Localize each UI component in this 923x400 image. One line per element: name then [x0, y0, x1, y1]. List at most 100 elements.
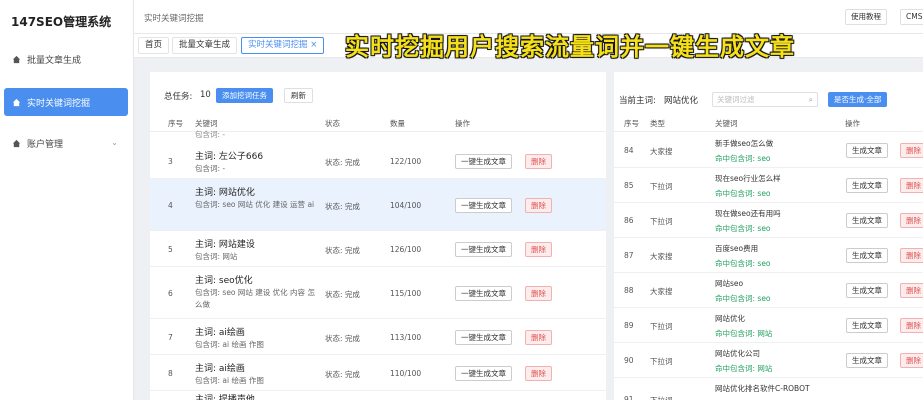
delete-button[interactable]: 删除 [900, 248, 923, 263]
table-row: 4 主词: 网站优化 包含词: seo 网站 优化 建设 运营 ai 状态: 完… [150, 179, 606, 231]
row-index: 88 [624, 286, 634, 295]
row-index: 8 [168, 369, 173, 378]
row-keyword: 现在seo行业怎么样 [715, 174, 781, 183]
generate-article-button[interactable]: 生成文章 [846, 178, 888, 193]
generate-article-button[interactable]: 一键生成文章 [455, 366, 512, 381]
row-include-words: 包含词: 网站 [195, 252, 238, 261]
delete-button[interactable]: 删除 [525, 198, 552, 213]
row-status: 状态: 完成 [325, 158, 360, 167]
row-type: 大家搜 [650, 252, 673, 261]
table-row: 主词: 提播声他 [150, 391, 606, 400]
breadcrumb: 实时关键词挖掘 [144, 14, 204, 24]
row-status: 状态: 完成 [325, 202, 360, 211]
row-count: 113/100 [390, 333, 422, 342]
table-row: 84 大家搜 新手做seo怎么做 命中包含词: seo 生成文章 删除 [614, 133, 923, 168]
sidebar-item-keyword-mining[interactable]: 实时关键词挖掘 [4, 88, 128, 116]
row-hit: 命中包含词: 网站 [715, 364, 773, 373]
generate-article-button[interactable]: 生成文章 [846, 213, 888, 228]
row-hit: 命中包含词: seo [715, 154, 771, 163]
row-keyword: 网站seo [715, 279, 744, 288]
sidebar-item-batch-article[interactable]: 批量文章生成 [4, 45, 128, 73]
row-main-keyword: 主词: 网站优化 [195, 188, 255, 198]
row-include-words: 包含词: - [195, 164, 226, 173]
row-index: 84 [624, 146, 634, 155]
row-main-keyword: 主词: 网站建设 [195, 240, 255, 250]
row-include-words: 包含词: ai 绘画 作图 [195, 340, 264, 349]
sidebar-item-account[interactable]: 账户管理 ⌄ [4, 129, 128, 157]
row-count: 122/100 [390, 157, 422, 166]
generate-article-button[interactable]: 生成文章 [846, 353, 888, 368]
row-status: 状态: 完成 [325, 370, 360, 379]
row-type: 下拉词 [650, 395, 673, 400]
row-index: 7 [168, 333, 173, 342]
row-main-keyword: 主词: 左公子666 [195, 152, 264, 162]
tab-keyword-mining[interactable]: 实时关键词挖掘 × [241, 37, 325, 54]
row-type: 下拉词 [650, 182, 673, 191]
row-count: 126/100 [390, 245, 422, 254]
row-index: 91 [624, 395, 634, 400]
generate-article-button[interactable]: 一键生成文章 [455, 330, 512, 345]
tab-batch-article[interactable]: 批量文章生成 [172, 37, 238, 54]
table-row: 5 主词: 网站建设 包含词: 网站 状态: 完成 126/100 一键生成文章… [150, 231, 606, 267]
current-keyword-label: 当前主词: [619, 96, 656, 106]
row-index: 3 [168, 157, 173, 166]
delete-button[interactable]: 删除 [900, 283, 923, 298]
row-count: 115/100 [390, 289, 422, 298]
row-type: 大家搜 [650, 287, 673, 296]
sidebar-item-label: 实时关键词挖掘 [27, 98, 91, 109]
tab-home[interactable]: 首页 [138, 37, 170, 54]
col-status: 状态 [325, 119, 340, 128]
col-index: 序号 [168, 119, 183, 128]
row-index: 5 [168, 245, 173, 254]
row-type: 下拉词 [650, 357, 673, 366]
delete-button[interactable]: 删除 [900, 178, 923, 193]
row-keyword: 新手做seo怎么做 [715, 139, 774, 148]
row-keyword: 现在做seo还有用吗 [715, 209, 781, 218]
delete-button[interactable]: 删除 [525, 242, 552, 257]
refresh-button[interactable]: 刷新 [284, 88, 313, 103]
sidebar: 147SEO管理系统 批量文章生成 实时关键词挖掘 账户管理 ⌄ [0, 0, 134, 400]
row-main-keyword: 主词: seo优化 [195, 276, 253, 286]
delete-button[interactable]: 删除 [525, 286, 552, 301]
generate-article-button[interactable]: 生成文章 [846, 318, 888, 333]
generate-article-button[interactable]: 一键生成文章 [455, 286, 512, 301]
generate-article-button[interactable]: 生成文章 [846, 248, 888, 263]
delete-button[interactable]: 删除 [900, 213, 923, 228]
delete-button[interactable]: 删除 [900, 353, 923, 368]
generate-article-button[interactable]: 一键生成文章 [455, 242, 512, 257]
row-count: 110/100 [390, 369, 422, 378]
delete-button[interactable]: 删除 [525, 366, 552, 381]
chevron-down-icon[interactable]: ⌄ [111, 138, 118, 147]
row-type: 下拉词 [650, 217, 673, 226]
sidebar-item-label: 批量文章生成 [27, 55, 82, 66]
generate-article-button[interactable]: 生成文章 [846, 283, 888, 298]
row-index: 86 [624, 216, 634, 225]
delete-button[interactable]: 删除 [900, 143, 923, 158]
generate-all-button[interactable]: 是否生成·全部 [828, 92, 888, 107]
col-keyword: 关键词 [715, 119, 738, 128]
table-header: 序号 类型 关键词 操作 [614, 114, 923, 132]
table-row: 85 下拉词 现在seo行业怎么样 命中包含词: seo 生成文章 删除 [614, 168, 923, 203]
col-actions: 操作 [455, 119, 470, 128]
add-task-button[interactable]: 添加挖词任务 [216, 88, 273, 103]
table-row: 86 下拉词 现在做seo还有用吗 命中包含词: seo 生成文章 删除 [614, 203, 923, 238]
keyword-filter-input[interactable]: 关键词过滤 ⌕ [712, 92, 818, 107]
keyword-panel: 当前主词: 网站优化 关键词过滤 ⌕ 是否生成·全部 序号 类型 关键词 操作 … [614, 72, 923, 400]
table-row: 91 下拉词 网站优化排名软件C-ROBOT [614, 378, 923, 400]
delete-button[interactable]: 删除 [525, 330, 552, 345]
total-label: 总任务: [164, 92, 193, 102]
delete-button[interactable]: 删除 [900, 318, 923, 333]
row-status: 状态: 完成 [325, 246, 360, 255]
table-row: 8 主词: ai绘画 包含词: ai 绘画 作图 状态: 完成 110/100 … [150, 355, 606, 391]
cms-button[interactable]: CMS [900, 9, 923, 25]
generate-article-button[interactable]: 一键生成文章 [455, 154, 512, 169]
delete-button[interactable]: 删除 [525, 154, 552, 169]
row-hit: 命中包含词: seo [715, 259, 771, 268]
row-include-words: 包含词: seo 网站 建设 优化 内容 怎么做 [195, 288, 315, 309]
generate-article-button[interactable]: 一键生成文章 [455, 198, 512, 213]
task-panel: 总任务: 10 添加挖词任务 刷新 序号 关键词 状态 数量 操作 包含词: -… [150, 72, 606, 400]
generate-article-button[interactable]: 生成文章 [846, 143, 888, 158]
col-type: 类型 [650, 119, 665, 128]
help-button[interactable]: 使用教程 [845, 9, 887, 25]
row-hit: 命中包含词: seo [715, 189, 771, 198]
